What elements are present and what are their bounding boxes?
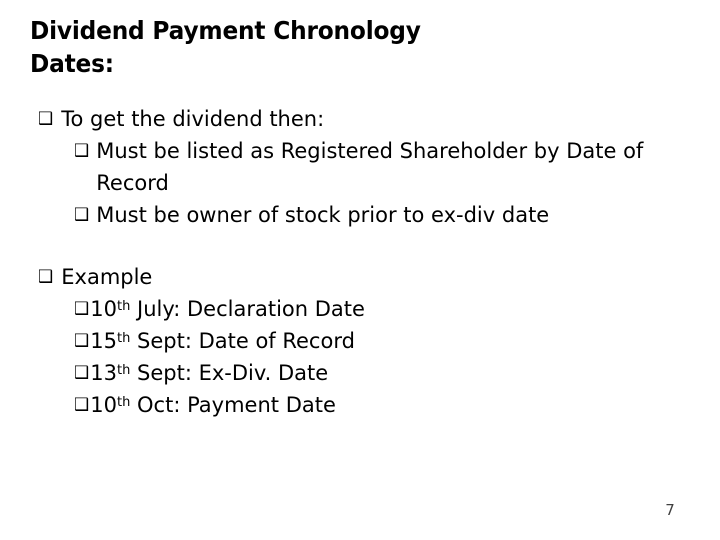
bullet-item-level2: ❑ Must be owner of stock prior to ex-div… xyxy=(38,199,698,231)
date-day: 15 xyxy=(90,329,117,353)
date-description: Oct: Payment Date xyxy=(130,393,336,417)
bullet-text: 10th Oct: Payment Date xyxy=(90,389,698,421)
square-bullet-icon: ❑ xyxy=(74,299,90,319)
bullet-item-level2: ❑ 15th Sept: Date of Record xyxy=(38,325,698,357)
slide: Dividend Payment Chronology Dates: ❑ To … xyxy=(0,0,720,540)
date-ordinal: th xyxy=(116,363,131,379)
bullet-text: 10th July: Declaration Date xyxy=(90,293,698,325)
bullet-item-level1: ❑ To get the dividend then: xyxy=(38,104,698,135)
square-bullet-icon: ❑ xyxy=(74,363,90,383)
bullet-item-level2: ❑ Must be listed as Registered Sharehold… xyxy=(38,135,698,199)
bullet-item-level2: ❑ 10th July: Declaration Date xyxy=(38,293,698,325)
date-description: July: Declaration Date xyxy=(130,297,365,321)
bullet-text: 15th Sept: Date of Record xyxy=(90,325,698,357)
date-ordinal: th xyxy=(116,331,131,347)
date-day: 10 xyxy=(90,393,117,417)
slide-title: Dividend Payment Chronology Dates: xyxy=(30,14,670,80)
square-bullet-icon: ❑ xyxy=(74,141,90,161)
body-section-requirements: ❑ To get the dividend then: ❑ Must be li… xyxy=(38,104,698,231)
date-ordinal: th xyxy=(116,395,131,411)
title-line-1: Dividend Payment Chronology xyxy=(30,16,421,45)
square-bullet-icon: ❑ xyxy=(38,267,54,287)
bullet-item-level1: ❑ Example xyxy=(38,262,698,293)
page-number: 7 xyxy=(665,501,675,519)
body-section-example: ❑ Example ❑ 10th July: Declaration Date … xyxy=(38,262,698,421)
date-description: Sept: Date of Record xyxy=(130,329,355,353)
bullet-text: Must be owner of stock prior to ex-div d… xyxy=(96,203,550,227)
bullet-text: 13th Sept: Ex-Div. Date xyxy=(90,357,698,389)
bullet-item-level2: ❑ 13th Sept: Ex-Div. Date xyxy=(38,357,698,389)
slide-body: ❑ To get the dividend then: ❑ Must be li… xyxy=(38,104,698,421)
bullet-text: Example xyxy=(61,265,153,289)
bullet-text: To get the dividend then: xyxy=(61,107,325,131)
square-bullet-icon: ❑ xyxy=(74,205,90,225)
square-bullet-icon: ❑ xyxy=(38,109,54,129)
date-ordinal: th xyxy=(116,299,131,315)
date-day: 10 xyxy=(90,297,117,321)
date-description: Sept: Ex-Div. Date xyxy=(130,361,329,385)
title-line-2: Dates: xyxy=(30,49,114,78)
square-bullet-icon: ❑ xyxy=(74,331,90,351)
bullet-text: Must be listed as Registered Shareholder… xyxy=(96,139,644,195)
square-bullet-icon: ❑ xyxy=(74,395,90,415)
bullet-item-level2: ❑ 10th Oct: Payment Date xyxy=(38,389,698,421)
date-day: 13 xyxy=(90,361,117,385)
